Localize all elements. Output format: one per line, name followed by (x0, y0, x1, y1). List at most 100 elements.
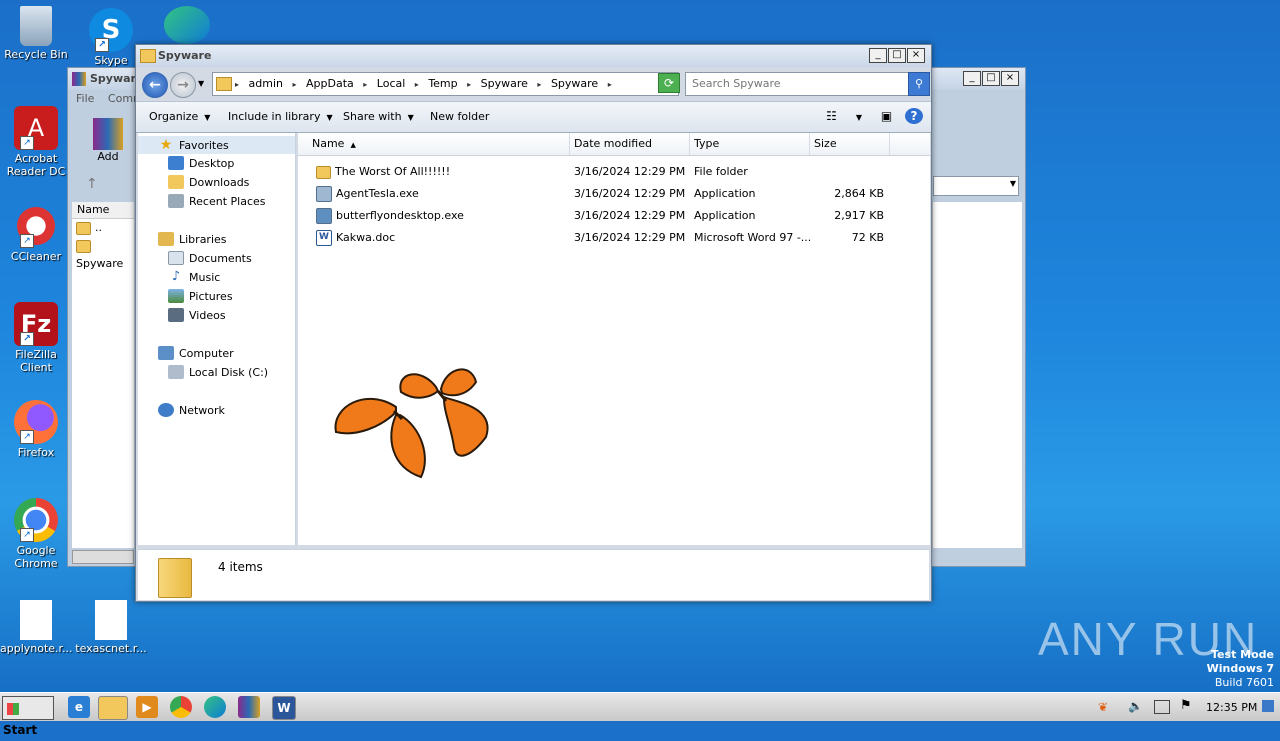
breadcrumb-spyware[interactable]: Spyware (481, 77, 528, 90)
network-tray-icon[interactable] (1154, 700, 1170, 714)
desktop-icon-chrome[interactable]: ↗ Google Chrome (0, 498, 72, 570)
edge-taskbar-icon[interactable] (204, 696, 226, 718)
table-row[interactable]: butterflyondesktop.exe 3/16/2024 12:29 P… (298, 205, 930, 227)
desktop-icon-firefox[interactable]: ↗ Firefox (0, 400, 72, 459)
nav-music[interactable]: ♪ Music (168, 270, 220, 284)
breadcrumb: ▸ admin ▸ AppData ▸ Local ▸ Temp ▸ Spywa… (235, 77, 618, 90)
include-in-library-button[interactable]: Include in library ▼ (228, 110, 333, 123)
chevron-right-icon[interactable]: ▸ (537, 80, 541, 89)
bg-menu-file[interactable]: File (76, 92, 94, 105)
forward-button[interactable]: → (170, 72, 196, 98)
document-icon (20, 600, 52, 640)
share-with-button[interactable]: Share with ▼ (343, 110, 414, 123)
chrome-icon: ↗ (14, 498, 58, 542)
nav-favorites[interactable]: ★ Favorites (138, 136, 295, 154)
column-size[interactable]: Size (810, 133, 890, 155)
view-options-icon[interactable]: ☷ (823, 108, 841, 124)
search-box[interactable] (685, 72, 909, 96)
window-titlebar[interactable]: Spyware _ □ × (136, 45, 931, 67)
bg-minimize-button[interactable]: _ (963, 71, 981, 86)
desktop-icon-label: texascnet.r... (75, 642, 147, 655)
desktop-icon-texascnet[interactable]: texascnet.r... (75, 600, 147, 655)
desktop-icon-acrobat[interactable]: A ↗ Acrobat Reader DC (0, 106, 72, 178)
address-bar[interactable]: ▸ admin ▸ AppData ▸ Local ▸ Temp ▸ Spywa… (212, 72, 679, 96)
desktop-icon-filezilla[interactable]: Fz ↗ FileZilla Client (0, 302, 72, 374)
breadcrumb-spyware-current[interactable]: Spyware (551, 77, 598, 90)
table-row[interactable]: AgentTesla.exe 3/16/2024 12:29 PM Applic… (298, 183, 930, 205)
list-item[interactable]: .. (72, 219, 134, 237)
nav-computer[interactable]: Computer (158, 346, 234, 360)
item-count: 4 items (218, 560, 263, 574)
column-date-modified[interactable]: Date modified (570, 133, 690, 155)
close-button[interactable]: × (907, 48, 925, 63)
folder-icon (76, 221, 91, 235)
bg-add-button[interactable]: Add (88, 118, 128, 163)
preview-pane-icon[interactable]: ▣ (878, 108, 896, 124)
chevron-right-icon[interactable]: ▸ (467, 80, 471, 89)
system-info: Test Mode Windows 7 Build 7601 (1207, 648, 1274, 690)
chevron-right-icon[interactable]: ▸ (363, 80, 367, 89)
breadcrumb-temp[interactable]: Temp (428, 77, 457, 90)
bg-maximize-button[interactable]: □ (982, 71, 1000, 86)
search-icon[interactable]: ⚲ (908, 72, 930, 96)
word-taskbar-icon[interactable]: W (272, 696, 296, 720)
column-name[interactable]: Name ▲ (298, 133, 570, 155)
clock[interactable]: 12:35 PM (1206, 701, 1257, 714)
winrar-taskbar-icon[interactable] (238, 696, 260, 718)
table-row[interactable]: The Worst Of All!!!!!! 3/16/2024 12:29 P… (298, 161, 930, 183)
desktop-icon-ccleaner[interactable]: ↗ CCleaner (0, 204, 72, 263)
media-player-icon[interactable]: ▶ (136, 696, 158, 718)
show-desktop-icon[interactable] (1262, 700, 1274, 712)
chevron-right-icon[interactable]: ▸ (415, 80, 419, 89)
explorer-taskbar-icon[interactable] (98, 696, 128, 720)
nav-videos[interactable]: Videos (168, 308, 226, 322)
history-dropdown-icon[interactable]: ▼ (198, 79, 204, 88)
ie-icon[interactable]: e (68, 696, 90, 718)
search-input[interactable] (690, 76, 894, 91)
flag-icon[interactable]: ⚑ (1180, 698, 1192, 713)
nav-desktop[interactable]: Desktop (168, 156, 234, 170)
refresh-button[interactable]: ⟳ (658, 73, 680, 93)
breadcrumb-appdata[interactable]: AppData (306, 77, 354, 90)
maximize-button[interactable]: □ (888, 48, 906, 63)
nav-network[interactable]: Network (158, 403, 225, 417)
windows-logo-icon (7, 702, 19, 715)
taskbar: Start e ▶ W ❦ 🔈 ⚑ 12:35 PM (0, 692, 1280, 737)
nav-documents[interactable]: Documents (168, 251, 252, 265)
butterfly-tray-icon[interactable]: ❦ (1098, 700, 1108, 714)
new-folder-button[interactable]: New folder (430, 110, 489, 123)
organize-button[interactable]: Organize ▼ (149, 110, 210, 123)
chevron-down-icon[interactable]: ▼ (850, 110, 868, 126)
nav-recent-places[interactable]: Recent Places (168, 194, 266, 208)
nav-downloads[interactable]: Downloads (168, 175, 249, 189)
edge-icon[interactable] (164, 6, 210, 44)
firefox-icon: ↗ (14, 400, 58, 444)
table-row[interactable]: W Kakwa.doc 3/16/2024 12:29 PM Microsoft … (298, 227, 930, 249)
bg-column-name[interactable]: Name (72, 202, 134, 219)
list-item[interactable]: Spyware (72, 237, 134, 270)
back-button[interactable]: ← (142, 72, 168, 98)
chevron-right-icon[interactable]: ▸ (235, 80, 239, 89)
bg-close-button[interactable]: × (1001, 71, 1019, 86)
breadcrumb-admin[interactable]: admin (249, 77, 283, 90)
bg-up-arrow-icon[interactable]: ↑ (86, 176, 98, 192)
column-type[interactable]: Type (690, 133, 810, 155)
breadcrumb-local[interactable]: Local (377, 77, 406, 90)
help-icon[interactable]: ? (905, 108, 923, 124)
file-name: butterflyondesktop.exe (336, 209, 464, 222)
explorer-window[interactable]: Spyware _ □ × ← → ▼ ▸ admin ▸ AppData ▸ … (135, 44, 932, 602)
nav-pictures[interactable]: Pictures (168, 289, 233, 303)
desktop-icon-recycle-bin[interactable]: Recycle Bin (0, 6, 72, 61)
butterfly-left (334, 397, 426, 479)
nav-libraries[interactable]: Libraries (158, 232, 227, 246)
chrome-taskbar-icon[interactable] (170, 696, 192, 718)
nav-local-disk[interactable]: Local Disk (C:) (168, 365, 268, 379)
start-button[interactable]: Start (2, 696, 54, 737)
volume-icon[interactable]: 🔈 (1128, 699, 1143, 713)
desktop-icon-applynote[interactable]: applynote.r... (0, 600, 73, 655)
chevron-right-icon[interactable]: ▸ (608, 80, 612, 89)
minimize-button[interactable]: _ (869, 48, 887, 63)
folder-icon (316, 165, 331, 179)
bg-path-dropdown[interactable]: ▼ (933, 176, 1019, 196)
chevron-right-icon[interactable]: ▸ (292, 80, 296, 89)
